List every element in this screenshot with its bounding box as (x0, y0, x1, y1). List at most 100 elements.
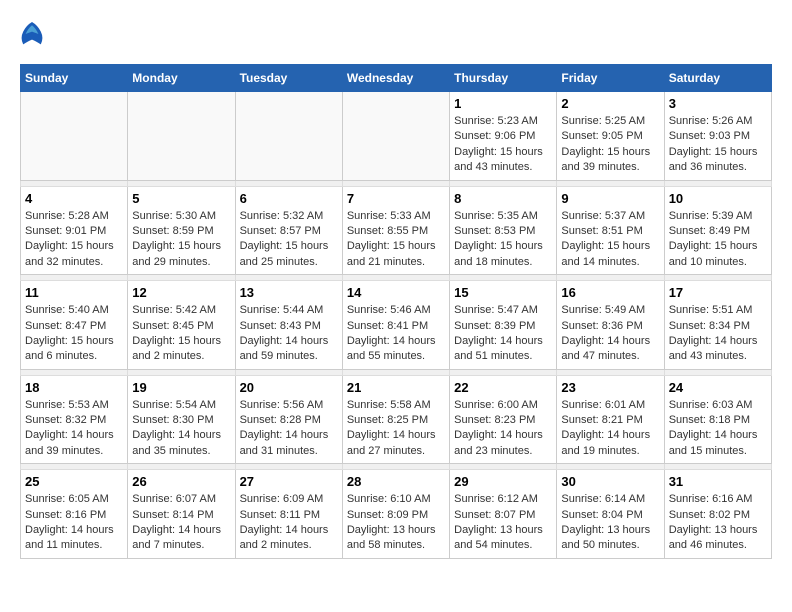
day-number: 1 (454, 96, 552, 111)
day-info: Sunrise: 5:30 AM Sunset: 8:59 PM Dayligh… (132, 209, 230, 271)
calendar-day-cell: 10 Sunrise: 5:39 AM Sunset: 8:49 PM Dayli… (664, 186, 771, 275)
day-number: 7 (347, 191, 445, 206)
day-info: Sunrise: 6:14 AM Sunset: 8:04 PM Dayligh… (561, 492, 659, 554)
day-info: Sunrise: 5:42 AM Sunset: 8:45 PM Dayligh… (132, 303, 230, 365)
day-info: Sunrise: 6:01 AM Sunset: 8:21 PM Dayligh… (561, 398, 659, 460)
day-number: 8 (454, 191, 552, 206)
day-info: Sunrise: 6:05 AM Sunset: 8:16 PM Dayligh… (25, 492, 123, 554)
day-number: 10 (669, 191, 767, 206)
calendar-day-cell: 17Sunrise: 5:51 AM Sunset: 8:34 PM Dayli… (664, 281, 771, 370)
day-info: Sunrise: 5:37 AM Sunset: 8:51 PM Dayligh… (561, 209, 659, 271)
day-info: Sunrise: 5:26 AM Sunset: 9:03 PM Dayligh… (669, 114, 767, 176)
day-info: Sunrise: 5:51 AM Sunset: 8:34 PM Dayligh… (669, 303, 767, 365)
day-number: 27 (240, 474, 338, 489)
calendar-day-cell: 1 Sunrise: 5:23 AM Sunset: 9:06 PM Daylig… (450, 92, 557, 181)
day-info: Sunrise: 5:46 AM Sunset: 8:41 PM Dayligh… (347, 303, 445, 365)
day-info: Sunrise: 6:03 AM Sunset: 8:18 PM Dayligh… (669, 398, 767, 460)
day-info: Sunrise: 5:32 AM Sunset: 8:57 PM Dayligh… (240, 209, 338, 271)
day-info: Sunrise: 5:23 AM Sunset: 9:06 PM Dayligh… (454, 114, 552, 176)
day-info: Sunrise: 5:53 AM Sunset: 8:32 PM Dayligh… (25, 398, 123, 460)
day-number: 18 (25, 380, 123, 395)
calendar-day-cell: 31 Sunrise: 6:16 AM Sunset: 8:02 PM Dayli… (664, 470, 771, 559)
calendar-day-cell (21, 92, 128, 181)
day-info: Sunrise: 6:07 AM Sunset: 8:14 PM Dayligh… (132, 492, 230, 554)
day-of-week-header: Thursday (450, 65, 557, 92)
page-header (20, 20, 772, 48)
calendar-day-cell: 8Sunrise: 5:35 AM Sunset: 8:53 PM Daylig… (450, 186, 557, 275)
day-number: 11 (25, 285, 123, 300)
day-number: 22 (454, 380, 552, 395)
calendar-week-row: 4 Sunrise: 5:28 AM Sunset: 9:01 PM Daylig… (21, 186, 772, 275)
calendar-day-cell: 9 Sunrise: 5:37 AM Sunset: 8:51 PM Daylig… (557, 186, 664, 275)
calendar-header-row: SundayMondayTuesdayWednesdayThursdayFrid… (21, 65, 772, 92)
day-number: 15 (454, 285, 552, 300)
calendar-week-row: 1 Sunrise: 5:23 AM Sunset: 9:06 PM Daylig… (21, 92, 772, 181)
calendar-day-cell: 27 Sunrise: 6:09 AM Sunset: 8:11 PM Dayli… (235, 470, 342, 559)
calendar-day-cell: 25 Sunrise: 6:05 AM Sunset: 8:16 PM Dayli… (21, 470, 128, 559)
day-number: 23 (561, 380, 659, 395)
calendar-day-cell: 29 Sunrise: 6:12 AM Sunset: 8:07 PM Dayli… (450, 470, 557, 559)
day-number: 19 (132, 380, 230, 395)
calendar-day-cell: 30 Sunrise: 6:14 AM Sunset: 8:04 PM Dayli… (557, 470, 664, 559)
calendar-day-cell: 7 Sunrise: 5:33 AM Sunset: 8:55 PM Daylig… (342, 186, 449, 275)
calendar-week-row: 11 Sunrise: 5:40 AM Sunset: 8:47 PM Dayli… (21, 281, 772, 370)
day-number: 6 (240, 191, 338, 206)
day-of-week-header: Wednesday (342, 65, 449, 92)
day-info: Sunrise: 5:28 AM Sunset: 9:01 PM Dayligh… (25, 209, 123, 271)
day-number: 13 (240, 285, 338, 300)
calendar-day-cell: 24 Sunrise: 6:03 AM Sunset: 8:18 PM Dayli… (664, 375, 771, 464)
day-number: 25 (25, 474, 123, 489)
day-number: 2 (561, 96, 659, 111)
day-info: Sunrise: 5:47 AM Sunset: 8:39 PM Dayligh… (454, 303, 552, 365)
day-number: 20 (240, 380, 338, 395)
day-info: Sunrise: 6:09 AM Sunset: 8:11 PM Dayligh… (240, 492, 338, 554)
calendar-day-cell: 4 Sunrise: 5:28 AM Sunset: 9:01 PM Daylig… (21, 186, 128, 275)
day-info: Sunrise: 6:16 AM Sunset: 8:02 PM Dayligh… (669, 492, 767, 554)
calendar-table: SundayMondayTuesdayWednesdayThursdayFrid… (20, 64, 772, 559)
calendar-day-cell: 23 Sunrise: 6:01 AM Sunset: 8:21 PM Dayli… (557, 375, 664, 464)
day-of-week-header: Friday (557, 65, 664, 92)
calendar-week-row: 25 Sunrise: 6:05 AM Sunset: 8:16 PM Dayli… (21, 470, 772, 559)
day-number: 30 (561, 474, 659, 489)
day-number: 21 (347, 380, 445, 395)
day-number: 9 (561, 191, 659, 206)
day-of-week-header: Monday (128, 65, 235, 92)
calendar-day-cell: 20Sunrise: 5:56 AM Sunset: 8:28 PM Dayli… (235, 375, 342, 464)
calendar-day-cell: 28 Sunrise: 6:10 AM Sunset: 8:09 PM Dayli… (342, 470, 449, 559)
calendar-day-cell: 11 Sunrise: 5:40 AM Sunset: 8:47 PM Dayli… (21, 281, 128, 370)
calendar-day-cell: 5 Sunrise: 5:30 AM Sunset: 8:59 PM Daylig… (128, 186, 235, 275)
calendar-week-row: 18 Sunrise: 5:53 AM Sunset: 8:32 PM Dayli… (21, 375, 772, 464)
day-info: Sunrise: 6:12 AM Sunset: 8:07 PM Dayligh… (454, 492, 552, 554)
day-number: 31 (669, 474, 767, 489)
calendar-day-cell: 22 Sunrise: 6:00 AM Sunset: 8:23 PM Dayli… (450, 375, 557, 464)
day-number: 24 (669, 380, 767, 395)
calendar-day-cell: 15 Sunrise: 5:47 AM Sunset: 8:39 PM Dayli… (450, 281, 557, 370)
day-number: 3 (669, 96, 767, 111)
logo (20, 20, 48, 48)
calendar-day-cell (342, 92, 449, 181)
day-number: 29 (454, 474, 552, 489)
day-of-week-header: Tuesday (235, 65, 342, 92)
calendar-day-cell (235, 92, 342, 181)
calendar-day-cell: 18 Sunrise: 5:53 AM Sunset: 8:32 PM Dayli… (21, 375, 128, 464)
day-info: Sunrise: 5:58 AM Sunset: 8:25 PM Dayligh… (347, 398, 445, 460)
calendar-day-cell: 21 Sunrise: 5:58 AM Sunset: 8:25 PM Dayli… (342, 375, 449, 464)
day-info: Sunrise: 5:44 AM Sunset: 8:43 PM Dayligh… (240, 303, 338, 365)
calendar-day-cell: 6 Sunrise: 5:32 AM Sunset: 8:57 PM Daylig… (235, 186, 342, 275)
day-number: 5 (132, 191, 230, 206)
day-number: 4 (25, 191, 123, 206)
day-info: Sunrise: 6:10 AM Sunset: 8:09 PM Dayligh… (347, 492, 445, 554)
calendar-day-cell: 14 Sunrise: 5:46 AM Sunset: 8:41 PM Dayli… (342, 281, 449, 370)
day-info: Sunrise: 5:40 AM Sunset: 8:47 PM Dayligh… (25, 303, 123, 365)
day-info: Sunrise: 6:00 AM Sunset: 8:23 PM Dayligh… (454, 398, 552, 460)
day-number: 28 (347, 474, 445, 489)
day-info: Sunrise: 5:39 AM Sunset: 8:49 PM Dayligh… (669, 209, 767, 271)
calendar-day-cell: 2Sunrise: 5:25 AM Sunset: 9:05 PM Daylig… (557, 92, 664, 181)
day-of-week-header: Saturday (664, 65, 771, 92)
day-number: 14 (347, 285, 445, 300)
logo-icon (20, 20, 44, 48)
day-number: 16 (561, 285, 659, 300)
day-info: Sunrise: 5:33 AM Sunset: 8:55 PM Dayligh… (347, 209, 445, 271)
calendar-day-cell (128, 92, 235, 181)
calendar-day-cell: 19Sunrise: 5:54 AM Sunset: 8:30 PM Dayli… (128, 375, 235, 464)
